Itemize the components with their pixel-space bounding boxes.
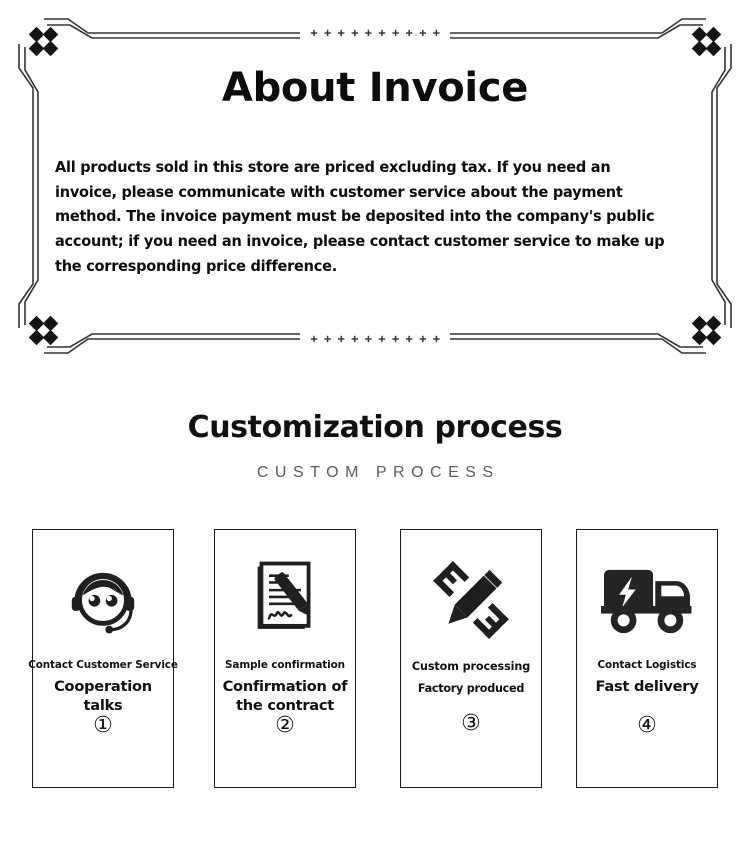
corner-diamond-cluster-top-left <box>28 26 59 57</box>
step-number-badge: ② <box>275 713 295 738</box>
process-cards-row: Contact Customer Service Cooperation tal… <box>0 529 750 791</box>
card-title: Cooperation talks <box>54 678 152 714</box>
page-title: About Invoice <box>221 65 529 111</box>
corner-diamond-cluster-bottom-right <box>691 315 722 346</box>
plus-ornament-row-bottom <box>310 335 440 343</box>
step-number-badge: ① <box>93 713 113 738</box>
process-step-card-2[interactable]: Sample confirmation Confirmation of the … <box>214 529 356 788</box>
card-title: Factory produced <box>417 682 525 695</box>
step-number-badge: ③ <box>461 711 481 736</box>
process-heading: Customization process <box>187 410 563 445</box>
process-step-card-4[interactable]: Contact Logistics Fast delivery ④ <box>576 529 718 788</box>
card-subtitle: Contact Customer Service <box>28 659 178 671</box>
invoice-body-text: All products sold in this store are pric… <box>55 158 665 275</box>
delivery-truck-icon <box>577 552 717 648</box>
process-step-card-3[interactable]: Custom processing Factory produced ③ <box>400 529 542 788</box>
headset-customer-service-icon <box>33 552 173 648</box>
process-subheading: CUSTOM PROCESS <box>256 464 500 481</box>
plus-ornament-row-top <box>310 29 440 37</box>
corner-diamond-cluster-bottom-left <box>28 315 59 346</box>
card-title: Fast delivery <box>595 678 699 695</box>
card-subtitle: Sample confirmation <box>225 659 345 671</box>
about-invoice-section: About Invoice All products sold in this … <box>0 0 750 372</box>
customization-process-section: Customization process CUSTOM PROCESS Con… <box>0 372 750 850</box>
card-subtitle: Custom processing <box>411 660 531 673</box>
card-title: Confirmation of the contract <box>222 678 348 714</box>
step-number-badge: ④ <box>637 713 657 738</box>
card-subtitle: Contact Logistics <box>597 659 697 671</box>
contract-signing-icon <box>215 552 355 648</box>
corner-diamond-cluster-top-right <box>691 26 722 57</box>
process-step-card-1[interactable]: Contact Customer Service Cooperation tal… <box>28 529 178 788</box>
pencil-ruler-icon <box>401 552 541 648</box>
